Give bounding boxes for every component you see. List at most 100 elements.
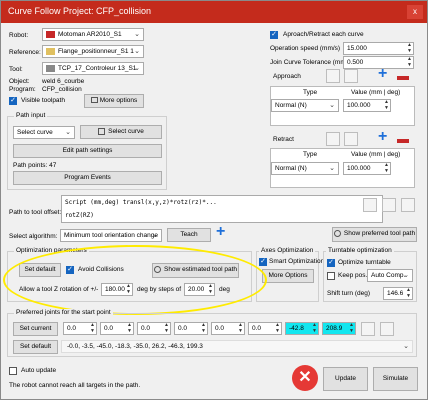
keep-pos-checkbox[interactable] bbox=[327, 272, 335, 280]
paste-icon[interactable] bbox=[344, 132, 358, 146]
algorithm-select[interactable]: Minimum tool orientation change ⌄ bbox=[60, 229, 162, 242]
spin-arrows-icon: ▲ ▼ bbox=[349, 322, 354, 334]
spin-arrows-icon: ▲ ▼ bbox=[164, 322, 169, 334]
frame-icon bbox=[46, 47, 55, 55]
tool-offset-label: Path to tool offset: bbox=[9, 209, 62, 216]
chevron-down-icon: ⌄ bbox=[403, 343, 409, 350]
value-column-header: Value (mm | deg) bbox=[351, 151, 401, 158]
remove-icon[interactable] bbox=[397, 139, 409, 143]
joint-8-input[interactable]: 208.9 ▲ ▼ bbox=[322, 322, 356, 335]
tool-icon bbox=[46, 64, 55, 72]
curve-follow-dialog: Curve Follow Project: CFP_collision x Ro… bbox=[0, 0, 428, 400]
auto-update-label: Auto update bbox=[21, 367, 57, 374]
program-label: Program: bbox=[9, 86, 36, 93]
keep-pos-select[interactable]: Auto Comp. ⌄ bbox=[367, 269, 413, 282]
joint-7-input[interactable]: -42.8 ▲ ▼ bbox=[285, 322, 319, 335]
simulate-button[interactable]: Simulate bbox=[373, 367, 418, 391]
chevron-down-icon: ⌄ bbox=[134, 65, 140, 72]
chevron-down-icon: ⌄ bbox=[403, 272, 409, 279]
chevron-down-icon: ⌄ bbox=[65, 129, 71, 136]
edit-path-settings-button[interactable]: Edit path settings bbox=[13, 144, 162, 158]
add-icon[interactable]: + bbox=[216, 223, 225, 241]
spin-arrows-icon: ▲ ▼ bbox=[201, 322, 206, 334]
joints-set-default-button[interactable]: Set default bbox=[13, 340, 58, 354]
list-icon bbox=[90, 97, 98, 104]
cursor-icon bbox=[98, 127, 106, 135]
robot-select[interactable]: Motoman AR2010_S1 ⌄ bbox=[42, 28, 144, 41]
spin-arrows-icon: ▲ ▼ bbox=[406, 287, 411, 299]
joint-3-input[interactable]: 0.0 ▲ ▼ bbox=[137, 322, 171, 335]
joint-5-input[interactable]: 0.0 ▲ ▼ bbox=[211, 322, 245, 335]
joint-2-input[interactable]: 0.0 ▲ ▼ bbox=[100, 322, 134, 335]
spin-arrows-icon: ▲ ▼ bbox=[90, 322, 95, 334]
spin-arrows-icon: ▲ ▼ bbox=[384, 162, 389, 174]
program-events-button[interactable]: Program Events bbox=[13, 171, 162, 185]
object-value: weld 6_courbe bbox=[42, 78, 85, 85]
error-message: The robot cannot reach all targets in th… bbox=[9, 382, 141, 389]
algorithm-label: Select algorithm: bbox=[9, 233, 58, 240]
retract-type-select[interactable]: Normal (N) ⌄ bbox=[271, 162, 339, 175]
spin-arrows-icon: ▲ ▼ bbox=[127, 322, 132, 334]
reference-label: Reference: bbox=[9, 49, 41, 56]
robot-value: Motoman AR2010_S1 bbox=[58, 31, 122, 38]
show-preferred-tool-path-button[interactable]: Show preferred tool path bbox=[332, 227, 417, 242]
spin-arrows-icon: ▲ ▼ bbox=[384, 99, 389, 111]
more-options-button[interactable]: More options bbox=[84, 94, 144, 108]
paste-icon[interactable] bbox=[382, 198, 396, 212]
update-button[interactable]: Update bbox=[323, 367, 368, 391]
visible-toolpath-label: Visible toolpath bbox=[21, 97, 65, 104]
retract-value-input[interactable]: 100.000 ▲ ▼ bbox=[343, 162, 391, 175]
operation-speed-label: Operation speed (mm/s) bbox=[270, 45, 341, 52]
copy-icon[interactable] bbox=[363, 198, 377, 212]
object-label: Object: bbox=[9, 78, 30, 85]
reference-select[interactable]: Flange_positionneur_S1 1 ⌄ bbox=[42, 45, 144, 58]
spin-arrows-icon: ▲ ▼ bbox=[275, 322, 280, 334]
select-curve-combo[interactable]: Select curve ⌄ bbox=[13, 126, 75, 139]
teach-button[interactable]: Teach bbox=[167, 228, 211, 242]
auto-update-checkbox[interactable] bbox=[9, 367, 17, 375]
copy-icon[interactable] bbox=[361, 322, 375, 336]
retract-title: Retract bbox=[273, 136, 294, 143]
turntable-optimization-title: Turntable optimization bbox=[326, 247, 394, 254]
set-current-button[interactable]: Set current bbox=[13, 322, 58, 336]
joint-4-input[interactable]: 0.0 ▲ ▼ bbox=[174, 322, 208, 335]
copy-icon[interactable] bbox=[326, 132, 340, 146]
type-column-header: Type bbox=[303, 151, 318, 158]
approach-title: Approach bbox=[273, 73, 301, 80]
approach-retract-checkbox[interactable]: ✓ bbox=[270, 31, 278, 39]
more-axes-options-button[interactable]: More Options bbox=[262, 269, 314, 283]
close-button[interactable]: x bbox=[407, 5, 423, 19]
chevron-down-icon: ⌄ bbox=[329, 102, 335, 109]
tool-offset-input[interactable]: Script (mm,deg) transl(x,y,z)*rotz(rz)*.… bbox=[61, 195, 383, 223]
shift-turn-input[interactable]: 146.6 ▲ ▼ bbox=[383, 287, 413, 300]
add-icon[interactable]: + bbox=[378, 65, 387, 83]
default-joints-select[interactable]: -0.0, -3.5, -45.0, -18.3, -35.0, 26.2, -… bbox=[61, 340, 413, 353]
approach-type-select[interactable]: Normal (N) ⌄ bbox=[271, 99, 339, 112]
menu-icon[interactable] bbox=[401, 198, 415, 212]
spin-arrows-icon: ▲ ▼ bbox=[407, 42, 412, 54]
robot-label: Robot: bbox=[9, 32, 29, 39]
copy-icon[interactable] bbox=[326, 69, 340, 83]
joint-1-input[interactable]: 0.0 ▲ ▼ bbox=[63, 322, 97, 335]
path-input-title: Path input bbox=[14, 112, 48, 119]
paste-icon[interactable] bbox=[380, 322, 394, 336]
preferred-joints-title: Preferred joints for the start point bbox=[14, 309, 113, 316]
visible-toolpath-checkbox[interactable]: ✓ bbox=[9, 97, 17, 105]
operation-speed-input[interactable]: 15.000 ▲ ▼ bbox=[343, 42, 414, 55]
tool-label: Tool: bbox=[9, 66, 23, 73]
program-value: CFP_collision bbox=[42, 86, 82, 93]
select-curve-button[interactable]: Select curve bbox=[80, 125, 162, 139]
optimize-turntable-label: Optimize turntable bbox=[338, 259, 391, 266]
paste-icon[interactable] bbox=[344, 69, 358, 83]
add-icon[interactable]: + bbox=[378, 128, 387, 146]
remove-icon[interactable] bbox=[397, 76, 409, 80]
joint-6-input[interactable]: 0.0 ▲ ▼ bbox=[248, 322, 282, 335]
tool-value: TCP_17_Controleur 13_S1 bbox=[58, 65, 137, 72]
tool-select[interactable]: TCP_17_Controleur 13_S1 ⌄ bbox=[42, 62, 144, 75]
robot-icon bbox=[46, 30, 55, 38]
spin-arrows-icon: ▲ ▼ bbox=[407, 56, 412, 68]
smart-optimization-checkbox[interactable]: ✓ bbox=[259, 258, 267, 266]
optimize-turntable-checkbox[interactable]: ✓ bbox=[327, 259, 335, 267]
approach-retract-label: Aproach/Retract each curve bbox=[283, 31, 364, 38]
approach-value-input[interactable]: 100.000 ▲ ▼ bbox=[343, 99, 391, 112]
